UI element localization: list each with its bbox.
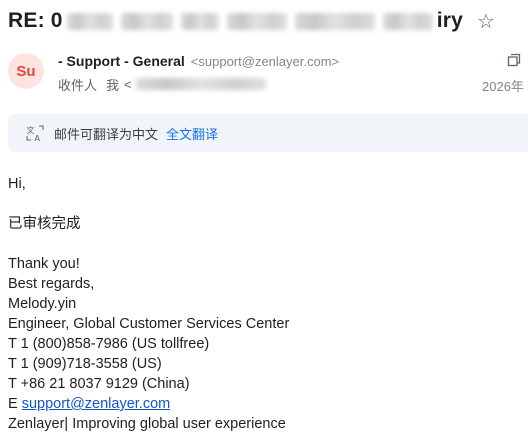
translate-banner: 文 A 邮件可翻译为中文 全文翻译 [8, 114, 528, 152]
sender-avatar[interactable]: Su [8, 53, 44, 89]
thanks-line: Thank you! [8, 256, 80, 272]
svg-text:文: 文 [27, 125, 35, 135]
redacted-subject-part [180, 12, 219, 30]
subject-row: RE: 0 iry ☆ [8, 6, 528, 36]
approved-line: 已审核完成 [8, 216, 81, 232]
redacted-subject-part [382, 12, 433, 30]
subject-prefix: RE: 0 [8, 9, 63, 32]
redacted-subject-part [120, 12, 173, 30]
support-email-link[interactable]: support@zenlayer.com [22, 396, 171, 412]
regards-line: Best regards, [8, 276, 95, 292]
mail-body: Hi, 已审核完成 Thank you! Best regards, Melod… [8, 174, 523, 434]
email-prefix: E [8, 396, 22, 412]
recipient-me[interactable]: 我 [106, 75, 119, 94]
translate-message: 邮件可翻译为中文 [54, 126, 159, 142]
popout-window-icon[interactable] [506, 52, 522, 68]
signature-name: Melody.yin [8, 296, 77, 312]
redacted-recipient-address [135, 78, 266, 90]
translate-full-button[interactable]: 全文翻译 [166, 124, 218, 143]
sender-name[interactable]: - Support - General [58, 53, 185, 69]
redacted-subject-part [294, 12, 375, 30]
sender-email[interactable]: <support@zenlayer.com> [191, 54, 339, 69]
mail-date: 2026年 [482, 79, 524, 94]
phone-us: T 1 (909)718-3558 (US) [8, 356, 162, 372]
signature-title: Engineer, Global Customer Services Cente… [8, 316, 290, 332]
redacted-subject-part [226, 12, 287, 30]
svg-text:A: A [35, 134, 41, 142]
phone-us-tollfree: T 1 (800)858-7986 (US tollfree) [8, 336, 210, 352]
star-icon[interactable]: ☆ [477, 9, 495, 34]
sender-line: - Support - General <support@zenlayer.co… [58, 51, 339, 71]
greeting: Hi, [8, 176, 26, 192]
translate-icon: 文 A [26, 125, 44, 142]
redacted-subject-part [66, 12, 113, 30]
phone-china: T +86 21 8037 9129 (China) [8, 376, 190, 392]
avatar-initials: Su [16, 62, 36, 80]
recipients-label: 收件人 [58, 77, 98, 93]
subject-suffix: iry [436, 9, 463, 32]
signature-tagline: Zenlayer| Improving global user experien… [8, 416, 286, 432]
signature-email-line: E support@zenlayer.com [8, 394, 523, 414]
recipients-line: 收件人 我 < [58, 75, 266, 93]
recipient-open-bracket: < [124, 76, 132, 92]
